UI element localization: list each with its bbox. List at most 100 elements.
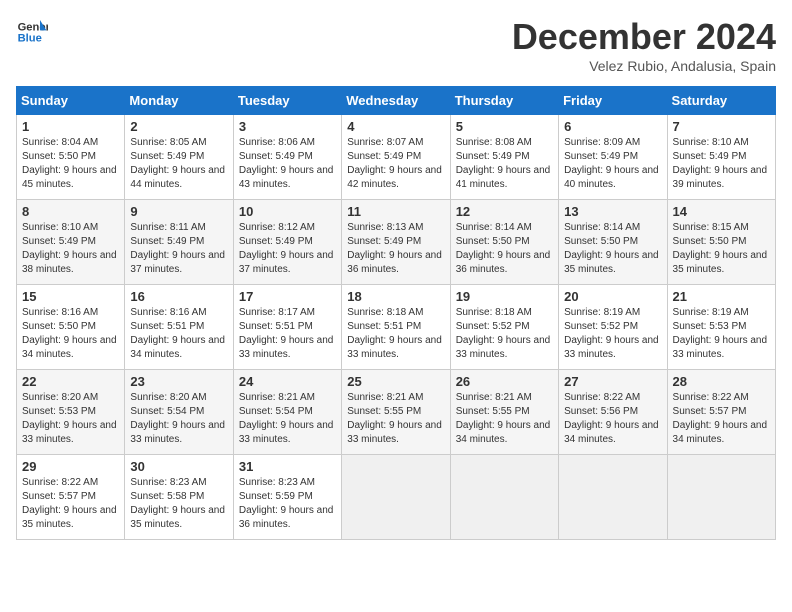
calendar-cell: 8 Sunrise: 8:10 AMSunset: 5:49 PMDaylight… [17,200,125,285]
day-number: 4 [347,119,444,134]
day-number: 7 [673,119,770,134]
day-number: 19 [456,289,553,304]
cell-info: Sunrise: 8:08 AMSunset: 5:49 PMDaylight:… [456,136,553,192]
page-header: General Blue December 2024 Velez Rubio, … [16,16,776,74]
cell-info: Sunrise: 8:18 AMSunset: 5:51 PMDaylight:… [347,306,444,362]
header-saturday: Saturday [667,87,775,115]
cell-info: Sunrise: 8:21 AMSunset: 5:55 PMDaylight:… [347,391,444,447]
day-number: 16 [130,289,227,304]
calendar-cell: 13 Sunrise: 8:14 AMSunset: 5:50 PMDayligh… [559,200,667,285]
header-tuesday: Tuesday [233,87,341,115]
cell-info: Sunrise: 8:20 AMSunset: 5:54 PMDaylight:… [130,391,227,447]
calendar-cell: 19 Sunrise: 8:18 AMSunset: 5:52 PMDayligh… [450,285,558,370]
cell-info: Sunrise: 8:12 AMSunset: 5:49 PMDaylight:… [239,221,336,277]
day-number: 10 [239,204,336,219]
calendar-cell: 23 Sunrise: 8:20 AMSunset: 5:54 PMDayligh… [125,370,233,455]
cell-info: Sunrise: 8:14 AMSunset: 5:50 PMDaylight:… [456,221,553,277]
day-number: 29 [22,459,119,474]
header-wednesday: Wednesday [342,87,450,115]
cell-info: Sunrise: 8:21 AMSunset: 5:54 PMDaylight:… [239,391,336,447]
day-number: 1 [22,119,119,134]
calendar-cell: 1 Sunrise: 8:04 AMSunset: 5:50 PMDaylight… [17,115,125,200]
calendar-cell: 31Sunrise: 8:23 AMSunset: 5:59 PMDayligh… [233,455,341,540]
day-number: 3 [239,119,336,134]
cell-info: Sunrise: 8:11 AMSunset: 5:49 PMDaylight:… [130,221,227,277]
cell-info: Sunrise: 8:10 AMSunset: 5:49 PMDaylight:… [673,136,770,192]
title-area: December 2024 Velez Rubio, Andalusia, Sp… [512,16,776,74]
day-number: 27 [564,374,661,389]
day-number: 25 [347,374,444,389]
calendar-cell: 7 Sunrise: 8:10 AMSunset: 5:49 PMDaylight… [667,115,775,200]
calendar-cell: 9 Sunrise: 8:11 AMSunset: 5:49 PMDaylight… [125,200,233,285]
header-friday: Friday [559,87,667,115]
day-number: 23 [130,374,227,389]
calendar-cell: 26Sunrise: 8:21 AMSunset: 5:55 PMDayligh… [450,370,558,455]
week-row-2: 8 Sunrise: 8:10 AMSunset: 5:49 PMDaylight… [17,200,776,285]
cell-info: Sunrise: 8:14 AMSunset: 5:50 PMDaylight:… [564,221,661,277]
cell-info: Sunrise: 8:19 AMSunset: 5:52 PMDaylight:… [564,306,661,362]
day-number: 22 [22,374,119,389]
calendar-cell: 16Sunrise: 8:16 AMSunset: 5:51 PMDayligh… [125,285,233,370]
cell-info: Sunrise: 8:13 AMSunset: 5:49 PMDaylight:… [347,221,444,277]
cell-info: Sunrise: 8:22 AMSunset: 5:57 PMDaylight:… [22,476,119,532]
day-number: 6 [564,119,661,134]
calendar-table: SundayMondayTuesdayWednesdayThursdayFrid… [16,86,776,540]
day-number: 15 [22,289,119,304]
day-number: 9 [130,204,227,219]
logo: General Blue [16,16,48,48]
day-number: 21 [673,289,770,304]
calendar-cell: 5 Sunrise: 8:08 AMSunset: 5:49 PMDaylight… [450,115,558,200]
calendar-cell [667,455,775,540]
cell-info: Sunrise: 8:22 AMSunset: 5:57 PMDaylight:… [673,391,770,447]
day-number: 8 [22,204,119,219]
day-number: 18 [347,289,444,304]
calendar-cell: 25 Sunrise: 8:21 AMSunset: 5:55 PMDayligh… [342,370,450,455]
calendar-cell: 14Sunrise: 8:15 AMSunset: 5:50 PMDayligh… [667,200,775,285]
calendar-cell: 30Sunrise: 8:23 AMSunset: 5:58 PMDayligh… [125,455,233,540]
svg-text:Blue: Blue [18,33,42,45]
week-row-3: 15Sunrise: 8:16 AMSunset: 5:50 PMDayligh… [17,285,776,370]
week-row-4: 22 Sunrise: 8:20 AMSunset: 5:53 PMDayligh… [17,370,776,455]
calendar-cell: 17Sunrise: 8:17 AMSunset: 5:51 PMDayligh… [233,285,341,370]
day-number: 17 [239,289,336,304]
header-thursday: Thursday [450,87,558,115]
day-number: 20 [564,289,661,304]
calendar-cell: 29 Sunrise: 8:22 AMSunset: 5:57 PMDayligh… [17,455,125,540]
calendar-cell: 28 Sunrise: 8:22 AMSunset: 5:57 PMDayligh… [667,370,775,455]
header-sunday: Sunday [17,87,125,115]
month-title: December 2024 [512,16,776,58]
calendar-cell: 12Sunrise: 8:14 AMSunset: 5:50 PMDayligh… [450,200,558,285]
logo-icon: General Blue [16,16,48,48]
calendar-cell: 21Sunrise: 8:19 AMSunset: 5:53 PMDayligh… [667,285,775,370]
cell-info: Sunrise: 8:10 AMSunset: 5:49 PMDaylight:… [22,221,119,277]
calendar-cell: 6Sunrise: 8:09 AMSunset: 5:49 PMDaylight… [559,115,667,200]
calendar-cell: 2Sunrise: 8:05 AMSunset: 5:49 PMDaylight… [125,115,233,200]
day-number: 31 [239,459,336,474]
cell-info: Sunrise: 8:18 AMSunset: 5:52 PMDaylight:… [456,306,553,362]
calendar-cell [559,455,667,540]
calendar-cell [450,455,558,540]
week-row-5: 29 Sunrise: 8:22 AMSunset: 5:57 PMDayligh… [17,455,776,540]
location-subtitle: Velez Rubio, Andalusia, Spain [512,58,776,74]
cell-info: Sunrise: 8:06 AMSunset: 5:49 PMDaylight:… [239,136,336,192]
day-number: 26 [456,374,553,389]
day-number: 13 [564,204,661,219]
calendar-cell: 18 Sunrise: 8:18 AMSunset: 5:51 PMDayligh… [342,285,450,370]
cell-info: Sunrise: 8:20 AMSunset: 5:53 PMDaylight:… [22,391,119,447]
header-monday: Monday [125,87,233,115]
calendar-cell: 4 Sunrise: 8:07 AMSunset: 5:49 PMDaylight… [342,115,450,200]
day-number: 5 [456,119,553,134]
day-number: 28 [673,374,770,389]
cell-info: Sunrise: 8:07 AMSunset: 5:49 PMDaylight:… [347,136,444,192]
cell-info: Sunrise: 8:05 AMSunset: 5:49 PMDaylight:… [130,136,227,192]
day-number: 11 [347,204,444,219]
calendar-cell: 20 Sunrise: 8:19 AMSunset: 5:52 PMDayligh… [559,285,667,370]
day-number: 24 [239,374,336,389]
cell-info: Sunrise: 8:04 AMSunset: 5:50 PMDaylight:… [22,136,119,192]
day-number: 30 [130,459,227,474]
calendar-header-row: SundayMondayTuesdayWednesdayThursdayFrid… [17,87,776,115]
calendar-cell: 3 Sunrise: 8:06 AMSunset: 5:49 PMDaylight… [233,115,341,200]
calendar-cell: 27Sunrise: 8:22 AMSunset: 5:56 PMDayligh… [559,370,667,455]
calendar-cell: 15Sunrise: 8:16 AMSunset: 5:50 PMDayligh… [17,285,125,370]
calendar-cell: 11 Sunrise: 8:13 AMSunset: 5:49 PMDayligh… [342,200,450,285]
